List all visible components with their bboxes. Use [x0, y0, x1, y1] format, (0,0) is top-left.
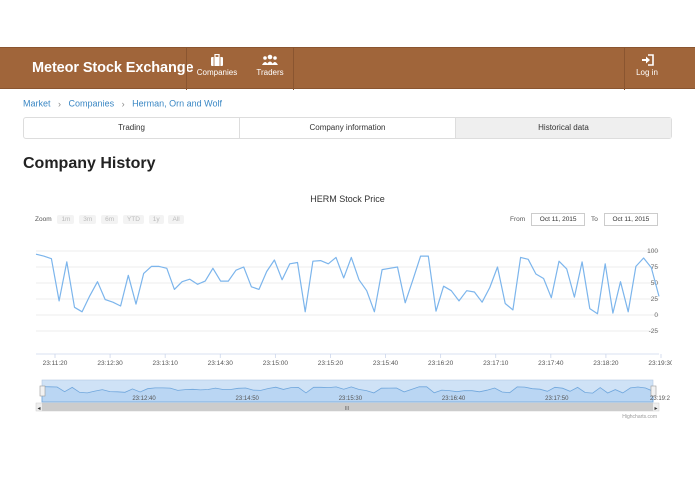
navigator-tick-label: 23:19:2 [650, 396, 671, 402]
navigator-tick-label: 23:14:50 [236, 396, 260, 402]
chevron-right-icon: › [121, 98, 125, 109]
navbar: Meteor Stock Exchange Companies Traders … [0, 47, 695, 90]
nav-companies[interactable]: Companies [195, 52, 239, 77]
navigator-tick-label: 23:12:40 [132, 396, 156, 402]
x-tick-label: 23:18:20 [593, 360, 619, 367]
x-tick-label: 23:15:20 [318, 360, 344, 367]
x-tick-label: 23:13:10 [153, 360, 179, 367]
y-tick-label: -25 [649, 328, 659, 335]
tab-company-information[interactable]: Company information [240, 118, 456, 138]
users-icon [262, 54, 278, 65]
x-tick-label: 23:17:40 [538, 360, 564, 367]
credits-link: Highcharts.com [622, 414, 657, 420]
breadcrumb-companies[interactable]: Companies [69, 99, 115, 109]
nav-login[interactable]: Log in [632, 52, 662, 77]
y-tick-label: 100 [647, 248, 658, 255]
scroll-right-icon: ▸ [654, 406, 657, 412]
chevron-right-icon: › [58, 98, 62, 109]
nav-traders[interactable]: Traders [250, 52, 290, 77]
navigator-tick-label: 23:15:30 [339, 396, 363, 402]
x-tick-label: 23:11:20 [43, 360, 68, 367]
navigator-handle [650, 385, 657, 397]
x-tick-label: 23:19:30 [648, 360, 672, 367]
y-tick-label: 0 [654, 312, 658, 319]
nav-login-label: Log in [636, 68, 658, 77]
x-tick-label: 23:15:00 [263, 360, 289, 367]
breadcrumb-market[interactable]: Market [23, 99, 51, 109]
x-tick-label: 23:14:30 [208, 360, 234, 367]
navigator-tick-label: 23:17:50 [545, 396, 569, 402]
scroll-left-icon: ◂ [37, 406, 40, 412]
tab-historical-data[interactable]: Historical data [456, 118, 671, 138]
scrollbar-grip-icon: III [345, 406, 349, 412]
stock-chart: HERM Stock Price Zoom 1m 3m 6m YTD 1y Al… [23, 188, 672, 423]
chart-plot: 1007550250-25 23:11:20 23:12:30 23:13:10 23… [35, 248, 672, 420]
sign-in-icon [641, 54, 654, 66]
company-tabs: Trading Company information Historical d… [23, 117, 672, 139]
navigator-tick-label: 23:16:40 [442, 396, 466, 402]
breadcrumb: Market › Companies › Herman, Orn and Wol… [23, 98, 222, 109]
x-tick-label: 23:17:10 [483, 360, 509, 367]
y-tick-label: 25 [651, 296, 659, 303]
nav-divider [186, 48, 187, 90]
nav-divider [293, 48, 294, 90]
price-series-line [35, 253, 660, 315]
nav-companies-label: Companies [196, 68, 238, 77]
nav-traders-label: Traders [256, 68, 284, 77]
x-tick-label: 23:16:20 [428, 360, 454, 367]
tab-trading[interactable]: Trading [24, 118, 240, 138]
brand-title[interactable]: Meteor Stock Exchange [32, 60, 194, 76]
briefcase-icon [211, 54, 223, 66]
page-title: Company History [23, 155, 156, 172]
nav-divider [624, 48, 625, 90]
breadcrumb-company[interactable]: Herman, Orn and Wolf [132, 99, 222, 109]
navigator-handle [39, 385, 46, 397]
x-tick-label: 23:15:40 [373, 360, 399, 367]
x-tick-label: 23:12:30 [97, 360, 123, 367]
